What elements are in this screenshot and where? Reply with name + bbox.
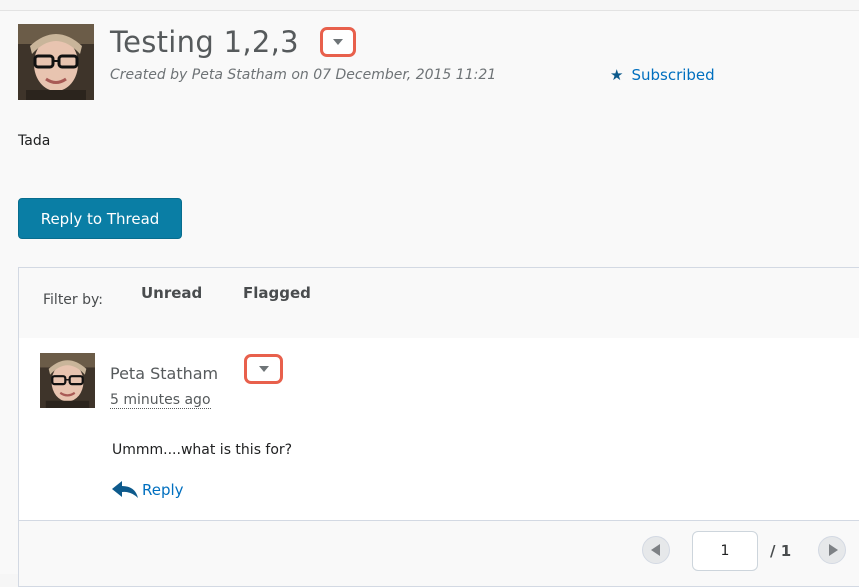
star-icon: ★	[610, 66, 624, 84]
page-title: Testing 1,2,3	[110, 25, 299, 59]
created-by-text: Created by Peta Statham on 07 December, …	[110, 67, 497, 83]
arrow-left-icon	[650, 544, 660, 556]
filter-unread-link[interactable]: Unread	[141, 284, 202, 302]
reply-to-thread-button[interactable]: Reply to Thread	[18, 198, 182, 239]
subscribed-toggle[interactable]: ★ Subscribed	[610, 66, 715, 84]
chevron-down-icon	[333, 39, 343, 45]
post-body: Ummm....what is this for?	[112, 442, 293, 458]
post-profile-photo	[40, 353, 95, 408]
next-page-button[interactable]	[818, 536, 846, 564]
profile-photo	[18, 24, 94, 100]
reply-label: Reply	[142, 481, 184, 499]
avatar	[18, 24, 94, 100]
filter-label: Filter by:	[43, 292, 103, 308]
filter-bar: Filter by: Unread Flagged	[19, 268, 859, 339]
reply-link[interactable]: Reply	[112, 481, 184, 499]
chevron-down-icon	[258, 366, 269, 372]
topic-body: Tada	[18, 133, 51, 149]
post-author: Peta Statham	[110, 364, 219, 383]
post-timestamp: 5 minutes ago	[110, 392, 211, 409]
topic-context-menu-button[interactable]	[320, 27, 356, 57]
previous-page-button[interactable]	[642, 536, 670, 564]
post-context-menu-button[interactable]	[244, 354, 283, 384]
subscribed-label: Subscribed	[631, 66, 715, 84]
reply-arrow-icon	[112, 481, 138, 498]
post-avatar	[40, 353, 95, 408]
page-number-input[interactable]	[692, 531, 758, 571]
filter-flagged-link[interactable]: Flagged	[243, 284, 311, 302]
arrow-right-icon	[828, 544, 838, 556]
page-total: / 1	[770, 542, 792, 560]
